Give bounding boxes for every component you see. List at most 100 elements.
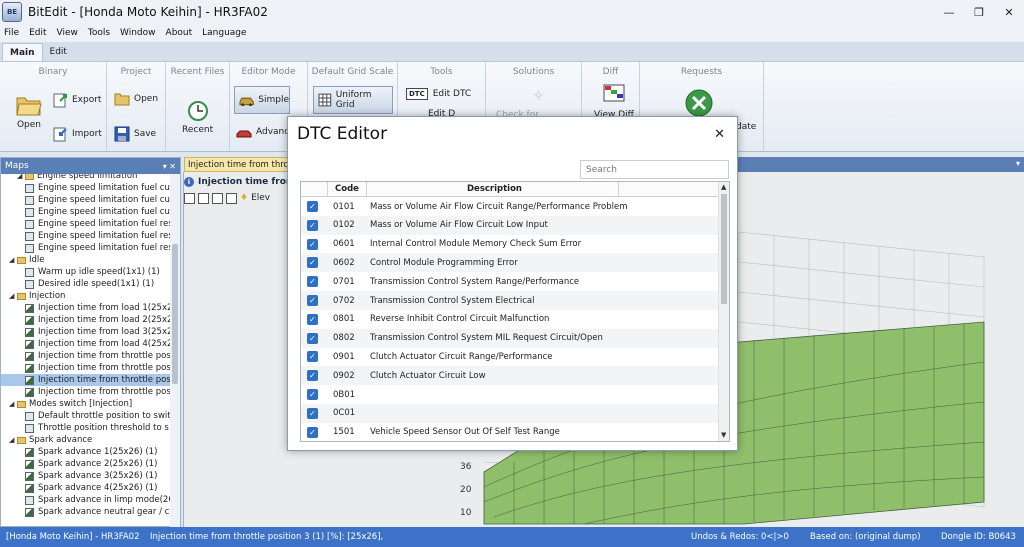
- tree-map-item[interactable]: Spark advance 1(25x26) (1): [1, 446, 180, 458]
- column-header-code[interactable]: Code: [335, 184, 359, 194]
- uniform-grid-button[interactable]: Uniform Grid: [313, 86, 393, 114]
- tree-map-item[interactable]: Engine speed limitation fuel res: [1, 218, 180, 230]
- menu-language[interactable]: Language: [202, 28, 246, 38]
- tree-folder[interactable]: ◢ Engine speed limitation: [1, 174, 180, 182]
- update-button[interactable]: date: [736, 122, 756, 132]
- dtc-row[interactable]: ✓ 0802 Transmission Control System MIL Req…: [301, 328, 720, 348]
- tree-folder[interactable]: ◢ Spark advance: [1, 434, 180, 446]
- edit-dtc-button[interactable]: DTC Edit DTC: [406, 88, 471, 100]
- tree-map-item[interactable]: Spark advance neutral gear / ch: [1, 506, 180, 518]
- tree-map-item[interactable]: Injection time from load 3(25x26: [1, 326, 180, 338]
- panel-pin-icon[interactable]: ▾ ✕: [163, 162, 176, 171]
- chart-view-icon[interactable]: [184, 192, 195, 204]
- export-button[interactable]: Export: [52, 92, 101, 108]
- view-diff-button[interactable]: View Diff: [594, 84, 634, 120]
- dtc-row[interactable]: ✓ 1501 Vehicle Speed Sensor Out Of Self Te…: [301, 423, 720, 441]
- menu-edit[interactable]: Edit: [29, 28, 46, 38]
- tab-edit[interactable]: Edit: [43, 43, 74, 61]
- dtc-row[interactable]: ✓ 0902 Clutch Actuator Circuit Low: [301, 366, 720, 386]
- table-view-icon[interactable]: [198, 192, 209, 204]
- tree-folder[interactable]: ◢ Injection: [1, 290, 180, 302]
- tab-overflow-icon[interactable]: ▾: [1016, 159, 1020, 168]
- tree-map-item[interactable]: Spark advance 2(25x26) (1): [1, 458, 180, 470]
- minimize-button[interactable]: —: [934, 0, 964, 24]
- tree-map-item[interactable]: Spark advance in limp mode(26: [1, 494, 180, 506]
- grid-view-icon[interactable]: [212, 192, 223, 204]
- tree-map-item[interactable]: Injection time from throttle pos: [1, 362, 180, 374]
- dtc-enabled-checkbox[interactable]: ✓: [307, 201, 318, 212]
- tree-map-item[interactable]: Injection time from load 2(25x26: [1, 314, 180, 326]
- tree-map-item[interactable]: Default throttle position to swit: [1, 410, 180, 422]
- tree-map-item[interactable]: Desired idle speed(1x1) (1): [1, 278, 180, 290]
- maps-scroll-thumb[interactable]: [172, 244, 178, 384]
- dtc-enabled-checkbox[interactable]: ✓: [307, 426, 318, 438]
- tree-map-item[interactable]: Engine speed limitation fuel res: [1, 242, 180, 254]
- dtc-enabled-checkbox[interactable]: ✓: [307, 257, 318, 269]
- tree-map-item[interactable]: Engine speed limitation fuel res: [1, 230, 180, 242]
- tree-map-item[interactable]: Engine speed limitation fuel cut: [1, 194, 180, 206]
- expand-arrow-icon[interactable]: ◢: [9, 292, 17, 300]
- advanced-mode-button[interactable]: Advanc: [236, 126, 289, 138]
- expand-arrow-icon[interactable]: ◢: [9, 256, 17, 264]
- dtc-row[interactable]: ✓ 0B01: [301, 385, 720, 404]
- dtc-enabled-checkbox[interactable]: ✓: [307, 276, 318, 288]
- dtc-row[interactable]: ✓ 0701 Transmission Control System Range/P…: [301, 272, 720, 291]
- binary-open-button[interactable]: Open: [16, 94, 42, 130]
- expand-arrow-icon[interactable]: ◢: [9, 436, 17, 444]
- dtc-enabled-checkbox[interactable]: ✓: [307, 370, 318, 382]
- tree-map-item[interactable]: Spark advance 3(25x26) (1): [1, 470, 180, 482]
- menu-window[interactable]: Window: [120, 28, 156, 38]
- tree-folder[interactable]: ◢ Idle: [1, 254, 180, 266]
- dtc-enabled-checkbox[interactable]: ✓: [307, 238, 318, 250]
- dtc-enabled-checkbox[interactable]: ✓: [307, 313, 318, 325]
- settings-view-icon[interactable]: [226, 192, 237, 204]
- scroll-down-icon[interactable]: ▼: [721, 431, 726, 439]
- expand-arrow-icon[interactable]: ◢: [9, 400, 17, 408]
- menu-tools[interactable]: Tools: [88, 28, 110, 38]
- tree-map-item[interactable]: Warm up idle speed(1x1) (1): [1, 266, 180, 278]
- project-open-button[interactable]: Open: [114, 92, 158, 106]
- dtc-table-scrollbar[interactable]: ▲ ▼: [718, 182, 729, 441]
- dtc-enabled-checkbox[interactable]: ✓: [307, 332, 318, 344]
- dtc-row[interactable]: ✓ 0101 Mass or Volume Air Flow Circuit Ran…: [301, 197, 720, 216]
- dtc-enabled-checkbox[interactable]: ✓: [307, 351, 318, 363]
- dtc-enabled-checkbox[interactable]: ✓: [307, 219, 318, 231]
- expand-arrow-icon[interactable]: ◢: [17, 174, 25, 180]
- import-button[interactable]: Import: [52, 126, 102, 142]
- tree-map-item[interactable]: Engine speed limitation fuel cut: [1, 182, 180, 194]
- tree-map-item[interactable]: Engine speed limitation fuel cut: [1, 206, 180, 218]
- tab-main[interactable]: Main: [2, 43, 43, 61]
- maps-scrollbar[interactable]: [170, 174, 180, 528]
- tree-map-item[interactable]: Injection time from load 4(25x26: [1, 338, 180, 350]
- dtc-row[interactable]: ✓ 0C01: [301, 403, 720, 423]
- lightbulb-small-icon[interactable]: ♦: [240, 193, 248, 203]
- recent-button[interactable]: Recent: [182, 100, 213, 135]
- simple-mode-button[interactable]: Simple: [234, 86, 290, 114]
- tree-folder[interactable]: ◢ Modes switch [Injection]: [1, 398, 180, 410]
- document-tab[interactable]: Injection time from throttle: [184, 157, 294, 172]
- tree-map-item[interactable]: Injection time from load 1(25x26: [1, 302, 180, 314]
- dtc-row[interactable]: ✓ 0602 Control Module Programming Error: [301, 253, 720, 273]
- tree-map-item[interactable]: Injection time from throttle pos: [1, 350, 180, 362]
- tree-map-item[interactable]: Injection time from throttle pos: [1, 374, 180, 386]
- scroll-up-icon[interactable]: ▲: [721, 183, 726, 191]
- dtc-enabled-checkbox[interactable]: ✓: [307, 407, 318, 419]
- dtc-row[interactable]: ✓ 0102 Mass or Volume Air Flow Circuit Low…: [301, 215, 720, 235]
- tree-map-item[interactable]: Spark advance 4(25x26) (1): [1, 482, 180, 494]
- tree-map-item[interactable]: Injection time from throttle pos: [1, 386, 180, 398]
- dtc-row[interactable]: ✓ 0702 Transmission Control System Electri…: [301, 291, 720, 310]
- menu-view[interactable]: View: [57, 28, 78, 38]
- close-window-button[interactable]: ✕: [994, 0, 1024, 24]
- dtc-row[interactable]: ✓ 0801 Reverse Inhibit Control Circuit Mal…: [301, 310, 720, 329]
- dtc-enabled-checkbox[interactable]: ✓: [307, 295, 318, 306]
- dtc-scroll-thumb[interactable]: [721, 194, 727, 304]
- tree-map-item[interactable]: Throttle position threshold to s: [1, 422, 180, 434]
- dtc-row[interactable]: ✓ 0901 Clutch Actuator Circuit Range/Perfo…: [301, 347, 720, 366]
- menu-file[interactable]: File: [4, 28, 19, 38]
- restore-button[interactable]: ❐: [964, 0, 994, 24]
- requests-button[interactable]: [684, 88, 714, 118]
- project-save-button[interactable]: Save: [114, 126, 156, 142]
- dtc-search-input[interactable]: Search: [580, 160, 729, 179]
- dtc-row[interactable]: ✓ 0601 Internal Control Module Memory Chec…: [301, 235, 720, 254]
- dtc-enabled-checkbox[interactable]: ✓: [307, 389, 318, 400]
